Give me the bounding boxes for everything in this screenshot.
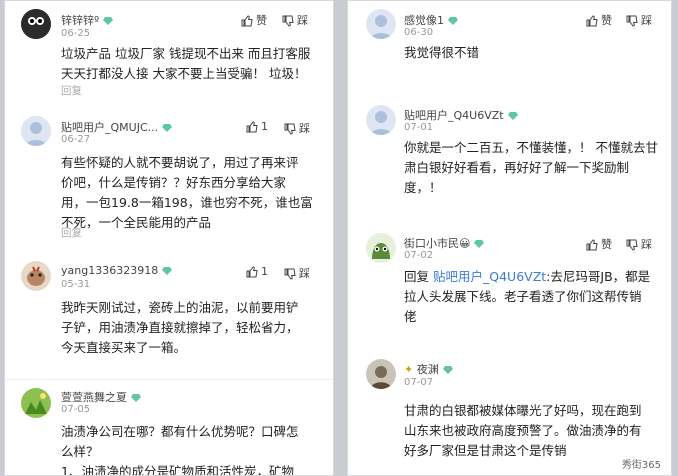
avatar[interactable] [21,116,51,146]
comment-panel-left: 锌锌锌º 06-25 赞 踩 垃圾产品 垃圾厂家 钱提现不出来 而且打客服 天天打… [4,0,334,476]
dislike-button[interactable]: 踩 [626,12,652,28]
comment-text: 回复 贴吧用户_Q4U6VZt:去尼玛哥JB，都是 拉人头发展下线。老子看透了你… [404,269,651,324]
thumbs-down-icon [284,123,296,135]
comment-date: 06-27 [61,134,91,145]
comment-item: 街口小市民😀 07-02 赞 踩 回复 贴吧用户_Q4U6VZt:去尼玛哥JB，… [348,227,671,337]
avatar[interactable] [21,388,51,418]
username[interactable]: yang1336323918 [61,264,173,277]
thumbs-up-icon [246,121,258,133]
comment-item: yang1336323918 05-31 1 踩 我昨天刚试过，瓷砖上的油泥，以… [5,256,333,376]
verified-badge-icon [162,124,173,132]
like-button[interactable]: 赞 [586,236,612,252]
thumbs-up-icon [241,15,253,27]
comment-text: 你就是一个二百五，不懂装懂，！ 不懂就去甘 肃白银好好看看，再好好了解一下奖励制度… [404,140,658,195]
sparkle-icon: ✦ [404,363,414,376]
thumbs-down-icon [626,239,638,251]
verified-badge-icon [474,240,485,248]
comment-text: 甘肃的白银都被媒体曝光了好吗，现在跑到 山东来也被政府高度预警了。做油渍净的有 好多… [404,403,642,458]
like-button[interactable]: 赞 [241,12,267,28]
comment-text: 垃圾产品 垃圾厂家 钱提现不出来 而且打客服 天天打都没人接 大家不要上当受骗！ … [61,46,311,81]
avatar[interactable] [366,105,396,135]
comment-item: 锌锌锌º 06-25 赞 踩 垃圾产品 垃圾厂家 钱提现不出来 而且打客服 天天打… [5,1,333,101]
avatar[interactable] [21,9,51,39]
like-button[interactable]: 赞 [586,12,612,28]
username[interactable]: 萱萱燕舞之夏 [61,389,141,405]
reply-button[interactable]: 回复 [61,83,82,98]
dislike-button[interactable]: 踩 [626,236,652,252]
like-button[interactable]: 1 [246,120,268,133]
comment-text: 我昨天刚试过，瓷砖上的油泥，以前要用铲 子铲，用油渍净直接就擦掉了，轻松省力， 今天… [61,300,299,355]
verified-badge-icon [162,267,173,275]
comment-item: 感觉像1 06-30 赞 踩 我觉得很不错 [348,1,671,81]
avatar[interactable] [366,233,396,263]
comment-item: 贴吧用户_Q4U6VZt 07-01 你就是一个二百五，不懂装懂，！ 不懂就去甘… [348,97,671,217]
comment-text: 我觉得很不错 [404,45,480,60]
verified-badge-icon [448,17,458,25]
comment-text: 油渍净公司在哪？都有什么优势呢？口碑怎 么样？ 1、油渍净的成分是矿物质和活性炭，矿… [61,424,299,476]
comment-item: 贴吧用户_QMUJC... 06-27 1 踩 有些怀疑的人就不要胡说了，用过了… [5,111,333,246]
comment-date: 07-05 [61,404,91,415]
thumbs-down-icon [282,15,294,27]
mention-link[interactable]: 贴吧用户_Q4U6VZt [433,269,546,284]
username[interactable]: ✦ 夜渊 [404,361,453,377]
thumbs-down-icon [626,15,638,27]
watermark: 秀街365 [619,456,663,471]
thumbs-down-icon [284,268,296,280]
avatar[interactable] [21,261,51,291]
dislike-button[interactable]: 踩 [284,120,310,136]
comment-date: 07-01 [404,122,434,133]
comment-panel-right: 感觉像1 06-30 赞 踩 我觉得很不错 贴吧用户_Q4U6VZt 07-01… [347,0,672,476]
verified-badge-icon [442,366,453,374]
thumbs-up-icon [586,239,598,251]
verified-badge-icon [103,17,114,25]
username[interactable]: 感觉像1 [404,12,458,28]
comment-date: 06-30 [404,27,434,38]
dislike-button[interactable]: 踩 [284,265,310,281]
like-button[interactable]: 1 [246,265,268,278]
verified-badge-icon [507,112,518,120]
username[interactable]: 贴吧用户_QMUJC... [61,119,173,135]
username[interactable]: 街口小市民😀 [404,235,485,251]
comment-text: 有些怀疑的人就不要胡说了，用过了再来评 价吧，什么是传销？？好东西分享给大家 用，一… [61,155,313,230]
verified-badge-icon [131,394,141,402]
thumbs-up-icon [586,15,598,27]
comment-date: 06-25 [61,28,91,39]
comment-date: 07-02 [404,250,434,261]
comment-item: 萱萱燕舞之夏 07-05 油渍净公司在哪？都有什么优势呢？口碑怎 么样？ 1、油渍净… [5,379,333,476]
dislike-button[interactable]: 踩 [282,12,308,28]
avatar[interactable] [366,359,396,389]
reply-button[interactable]: 回复 [61,225,82,240]
username[interactable]: 贴吧用户_Q4U6VZt [404,107,518,123]
username[interactable]: 锌锌锌º [61,12,114,28]
reply-label: 回复 [404,269,430,284]
comment-date: 05-31 [61,279,91,290]
comment-date: 07-07 [404,377,434,388]
thumbs-up-icon [246,266,258,278]
avatar[interactable] [366,9,396,39]
